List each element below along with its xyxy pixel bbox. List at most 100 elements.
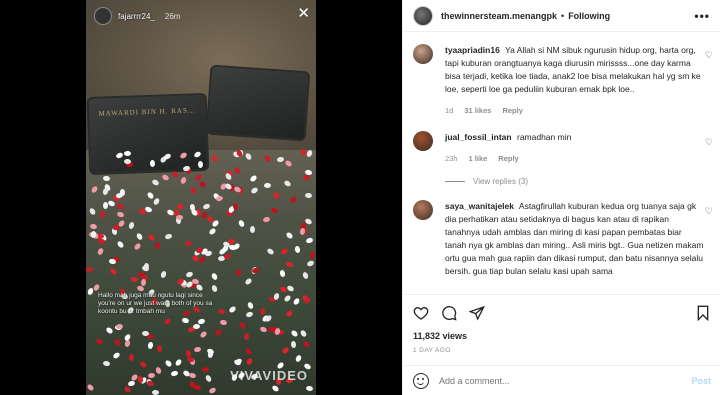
gravestone-right <box>205 64 311 142</box>
flower-petals <box>86 148 316 395</box>
petal <box>262 216 271 223</box>
media-viewer: MAWARDI BIN H. RAS... fajarrrr24_ 26m ✕ … <box>0 0 402 395</box>
petal <box>197 161 204 169</box>
petal <box>189 185 198 195</box>
view-replies-label[interactable]: View replies (3) <box>473 177 528 186</box>
petal <box>146 379 155 387</box>
petal <box>197 180 207 189</box>
heart-icon[interactable]: ♡ <box>705 206 713 217</box>
comment-username[interactable]: tyaapriadin16 <box>445 45 500 55</box>
share-icon[interactable] <box>469 305 485 321</box>
petal <box>292 296 301 306</box>
heart-icon[interactable]: ♡ <box>705 50 713 61</box>
comment-input[interactable] <box>439 375 692 386</box>
petal <box>299 329 308 339</box>
petal <box>265 247 275 256</box>
petal <box>247 301 255 311</box>
comment-meta: 23h 1 like Reply <box>445 152 705 165</box>
petal <box>290 340 297 349</box>
post-header: thewinnersteam.menangpk • Following ••• <box>403 0 720 32</box>
emoji-icon[interactable] <box>413 372 429 389</box>
petal <box>101 187 109 196</box>
petal <box>123 150 131 156</box>
petal <box>258 325 268 333</box>
comment-username[interactable]: saya_wanitajelek <box>445 201 514 211</box>
petal <box>198 330 208 339</box>
comment-likes[interactable]: 1 like <box>469 152 488 165</box>
heart-icon[interactable] <box>413 305 429 321</box>
view-replies-button[interactable]: View replies (3) <box>445 177 720 186</box>
heart-icon[interactable]: ♡ <box>705 137 713 148</box>
comment-list: tyaapriadin16 Ya Allah si NM sibuk nguru… <box>403 44 720 294</box>
post-button[interactable]: Post <box>691 376 711 386</box>
post-panel: thewinnersteam.menangpk • Following ••• … <box>402 0 720 395</box>
petal <box>191 277 200 285</box>
avatar[interactable] <box>413 5 433 26</box>
petal <box>289 195 298 205</box>
petal <box>170 370 179 378</box>
petal <box>193 150 203 159</box>
more-options-icon[interactable]: ••• <box>694 9 710 23</box>
petal <box>271 384 281 393</box>
petal <box>214 328 224 338</box>
petal <box>162 317 172 326</box>
story-user[interactable]: fajarrrr24_ 26m <box>94 7 180 25</box>
petal <box>233 166 242 176</box>
petal <box>278 269 286 278</box>
comment-username[interactable]: jual_fossil_intan <box>445 132 512 142</box>
petal <box>113 338 122 348</box>
petal <box>208 227 217 236</box>
comment-avatar[interactable] <box>413 200 433 220</box>
action-row <box>413 303 711 323</box>
separator-dot: • <box>561 10 565 21</box>
comment-body: jual_fossil_intan ramadhan min 23h 1 lik… <box>445 131 705 165</box>
story-avatar[interactable] <box>94 7 112 25</box>
comment-icon[interactable] <box>441 305 457 321</box>
petal <box>154 366 162 375</box>
petal <box>305 192 313 198</box>
petal <box>179 151 188 160</box>
petal <box>159 270 167 280</box>
petal <box>285 309 295 319</box>
petal <box>141 330 149 337</box>
comment-body: tyaapriadin16 Ya Allah si NM sibuk nguru… <box>445 44 705 117</box>
comment-avatar[interactable] <box>413 131 433 151</box>
story-caption: Hallo mah juga mau ngutu lagi since you'… <box>98 292 213 315</box>
petal <box>135 232 144 241</box>
petal <box>223 252 233 260</box>
petal <box>251 266 260 275</box>
petal <box>243 277 253 286</box>
petal <box>133 242 143 252</box>
comment-item: tyaapriadin16 Ya Allah si NM sibuk nguru… <box>403 44 720 117</box>
petal <box>202 202 212 210</box>
petal <box>206 350 214 360</box>
reply-button[interactable]: Reply <box>502 104 522 117</box>
petal <box>234 267 243 277</box>
petal <box>192 383 202 392</box>
following-button[interactable]: Following <box>568 11 610 21</box>
comment-item: saya_wanitajelek Astagfirullah kuburan k… <box>403 200 720 278</box>
story-media[interactable]: MAWARDI BIN H. RAS... fajarrrr24_ 26m ✕ … <box>86 0 316 395</box>
bookmark-icon[interactable] <box>695 305 711 321</box>
petal <box>153 240 162 250</box>
reply-button[interactable]: Reply <box>498 152 518 165</box>
petal <box>204 374 213 384</box>
post-username[interactable]: thewinnersteam.menangpk <box>441 11 557 21</box>
petal <box>152 197 160 207</box>
petal <box>305 259 315 268</box>
comment-composer: Post <box>403 365 720 395</box>
petal <box>289 329 299 338</box>
comment-avatar[interactable] <box>413 44 433 64</box>
comment-likes[interactable]: 31 likes <box>464 104 491 117</box>
close-icon[interactable]: ✕ <box>297 6 310 21</box>
petal <box>280 247 289 257</box>
petal <box>305 237 314 245</box>
story-username[interactable]: fajarrrr24_ <box>118 12 155 21</box>
petal <box>164 233 173 240</box>
petal <box>232 202 239 210</box>
view-count[interactable]: 11,832 views <box>413 331 711 341</box>
watermark: VIVAVIDEO <box>230 368 308 383</box>
petal <box>269 207 279 215</box>
petal <box>127 380 136 388</box>
petal <box>102 175 111 182</box>
